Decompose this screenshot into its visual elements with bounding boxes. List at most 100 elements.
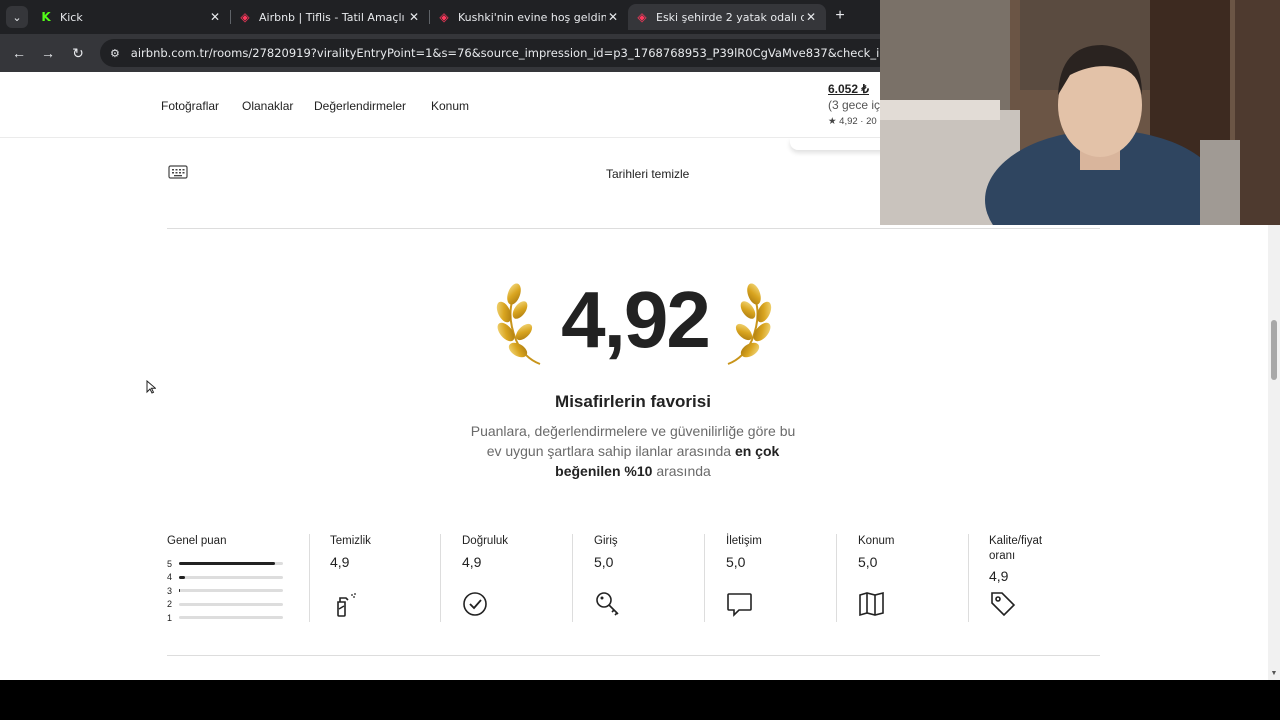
rating-bar-track xyxy=(179,562,283,566)
rating-bar-row: 3 xyxy=(167,584,297,598)
nav-link-amenities[interactable]: Olanaklar xyxy=(242,99,293,113)
url-text[interactable]: airbnb.com.tr/rooms/27820919?viralityEnt… xyxy=(131,46,900,60)
category-value-for-money: Kalite/fiyat oranı 4,9 xyxy=(989,534,1099,626)
mouse-cursor-icon xyxy=(146,380,156,394)
check-circle-icon xyxy=(463,592,487,616)
category-divider xyxy=(704,534,705,622)
category-value: 4,9 xyxy=(989,568,1009,584)
tab-close-icon[interactable]: ✕ xyxy=(407,10,421,24)
category-value: 5,0 xyxy=(858,554,878,570)
guest-favorite-description: Puanlara, değerlendirmelere ve güvenilir… xyxy=(470,421,796,481)
keyboard-icon[interactable] xyxy=(168,164,188,180)
overall-rating-score: 4,92 xyxy=(561,275,711,364)
rating-bar-track xyxy=(179,616,283,620)
scroll-down-icon[interactable]: ▼ xyxy=(1270,670,1278,678)
rating-bar-row: 2 xyxy=(167,598,297,612)
page-scrollbar[interactable]: ▼ xyxy=(1268,224,1280,680)
airbnb-logo-icon: ◈ xyxy=(240,10,250,24)
tab-title: Eski şehirde 2 yatak odalı daire xyxy=(656,10,804,24)
category-communication: İletişim 5,0 xyxy=(726,534,836,626)
rating-bar-label: 3 xyxy=(167,585,173,596)
overall-rating-label: Genel puan xyxy=(167,535,227,547)
category-label: Konum xyxy=(858,535,895,547)
rating-bar-track xyxy=(179,589,283,593)
forward-arrow-icon[interactable]: → xyxy=(39,44,57,62)
webcam-overlay xyxy=(880,0,1280,225)
rating-bar-label: 5 xyxy=(167,558,173,569)
section-divider xyxy=(167,228,1100,229)
chat-bubble-icon xyxy=(727,593,752,617)
laurel-right-icon xyxy=(727,283,772,365)
desc-text: arasında xyxy=(652,463,711,479)
category-value: 5,0 xyxy=(726,554,746,570)
screen-bottom-letterbox xyxy=(0,680,1280,720)
rating-bar-track xyxy=(179,602,283,606)
nightly-price[interactable]: 6.052 ₺ xyxy=(828,82,888,96)
rating-bar-fill xyxy=(179,575,186,579)
rating-bar-label: 2 xyxy=(167,599,173,610)
category-location: Konum 5,0 xyxy=(858,534,968,626)
map-icon xyxy=(859,591,884,617)
category-value: 5,0 xyxy=(594,554,614,570)
spray-bottle-icon xyxy=(337,593,356,617)
browser-tab-kick[interactable]: K Kick ✕ xyxy=(32,4,230,30)
address-bar[interactable]: ⚙ airbnb.com.tr/rooms/27820919?viralityE… xyxy=(100,39,900,67)
category-label: Temizlik xyxy=(330,535,371,547)
browser-tab-kushki[interactable]: ◈ Kushki'nin evine hoş geldiniz - ✕ xyxy=(430,4,628,30)
rating-bar-row: 4 xyxy=(167,571,297,585)
laurel-left-icon xyxy=(496,283,541,365)
nav-link-reviews[interactable]: Değerlendirmeler xyxy=(314,99,406,113)
airbnb-logo-icon: ◈ xyxy=(439,10,449,24)
nav-link-location[interactable]: Konum xyxy=(431,99,469,113)
tab-title: Kushki'nin evine hoş geldiniz - xyxy=(458,10,606,24)
category-label: İletişim xyxy=(726,535,762,547)
tab-close-icon[interactable]: ✕ xyxy=(606,10,620,24)
overall-rating-distribution: Genel puan 5 4 3 2 1 xyxy=(167,534,297,626)
category-cleanliness: Temizlik 4,9 xyxy=(330,534,440,626)
browser-tab-eski-sehir[interactable]: ◈ Eski şehirde 2 yatak odalı daire ✕ xyxy=(628,4,826,30)
section-divider xyxy=(167,655,1100,656)
tab-title: Kick xyxy=(60,10,83,24)
category-value: 4,9 xyxy=(462,554,482,570)
rating-bar-fill xyxy=(179,562,275,566)
rating-bar-label: 1 xyxy=(167,612,173,623)
category-divider xyxy=(309,534,310,622)
rating-bar-row: 1 xyxy=(167,611,297,625)
clear-dates-button[interactable]: Tarihleri temizle xyxy=(606,167,689,181)
price-summary: 6.052 ₺ (3 gece iç ★ 4,92 · 20 xyxy=(828,82,888,127)
category-value: 4,9 xyxy=(330,554,350,570)
tab-title: Airbnb | Tiflis - Tatil Amaçlı Kiral xyxy=(259,10,407,24)
category-label: Doğruluk xyxy=(462,535,509,547)
nights-count: (3 gece iç xyxy=(828,98,881,112)
category-checkin: Giriş 5,0 xyxy=(594,534,704,626)
guest-favorite-title: Misafirlerin favorisi xyxy=(555,392,711,411)
reload-icon[interactable]: ↻ xyxy=(69,44,87,62)
rating-summary: ★ 4,92 · 20 xyxy=(828,116,877,127)
key-icon xyxy=(596,592,619,616)
tab-close-icon[interactable]: ✕ xyxy=(804,10,818,24)
rating-bar-label: 4 xyxy=(167,572,173,583)
category-label: Kalite/fiyat oranı xyxy=(989,535,1043,562)
kick-logo-icon: K xyxy=(41,10,51,24)
airbnb-logo-icon: ◈ xyxy=(637,10,647,24)
price-tag-icon xyxy=(991,592,1016,617)
category-divider xyxy=(836,534,837,622)
category-label: Giriş xyxy=(594,535,618,547)
rating-distribution-bars: 5 4 3 2 1 xyxy=(167,557,297,625)
new-tab-button[interactable]: + xyxy=(831,7,849,25)
category-accuracy: Doğruluk 4,9 xyxy=(462,534,572,626)
rating-bar-row: 5 xyxy=(167,557,297,571)
site-info-icon[interactable]: ⚙ xyxy=(110,47,123,60)
category-divider xyxy=(572,534,573,622)
rating-categories: Genel puan 5 4 3 2 1 Temizlik 4,9 Doğruluk 4… xyxy=(167,534,1100,626)
scrollbar-thumb[interactable] xyxy=(1271,320,1277,380)
tab-search-button[interactable]: ⌄ xyxy=(6,6,28,28)
rating-bar-fill xyxy=(179,589,181,593)
back-arrow-icon[interactable]: ← xyxy=(10,44,28,62)
tab-close-icon[interactable]: ✕ xyxy=(208,10,222,24)
browser-tab-airbnb-tiflis[interactable]: ◈ Airbnb | Tiflis - Tatil Amaçlı Kiral ✕ xyxy=(231,4,429,30)
category-divider xyxy=(968,534,969,622)
rating-bar-track xyxy=(179,575,283,579)
nav-link-photos[interactable]: Fotoğraflar xyxy=(161,99,219,113)
booking-card-bottom xyxy=(790,138,890,150)
